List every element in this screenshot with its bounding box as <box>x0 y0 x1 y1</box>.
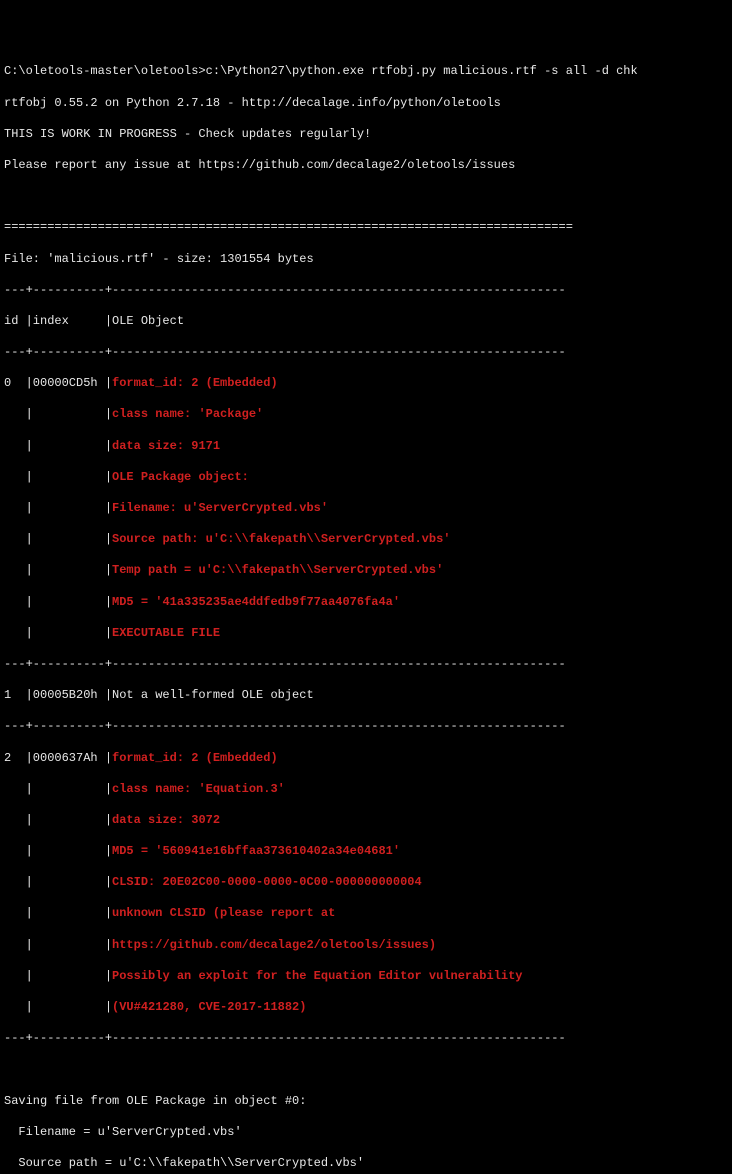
table-border: ---+----------+-------------------------… <box>4 719 728 735</box>
blank-line <box>4 1062 728 1078</box>
wip-line: THIS IS WORK IN PROGRESS - Check updates… <box>4 127 728 143</box>
table-border: ---+----------+-------------------------… <box>4 657 728 673</box>
table-row: | |MD5 = '560941e16bffaa373610402a34e046… <box>4 844 728 860</box>
saving-header: Saving file from OLE Package in object #… <box>4 1094 728 1110</box>
table-row: | |MD5 = '41a335235ae4ddfedb9f77aa4076fa… <box>4 595 728 611</box>
table-row: | |EXECUTABLE FILE <box>4 626 728 642</box>
table-row: | |Possibly an exploit for the Equation … <box>4 969 728 985</box>
divider: ========================================… <box>4 220 728 236</box>
saving-detail: Filename = u'ServerCrypted.vbs' <box>4 1125 728 1141</box>
table-row: | |unknown CLSID (please report at <box>4 906 728 922</box>
table-row: | |data size: 9171 <box>4 439 728 455</box>
table-row: | |(VU#421280, CVE-2017-11882) <box>4 1000 728 1016</box>
command-line: C:\oletools-master\oletools>c:\Python27\… <box>4 64 728 80</box>
saving-detail: Source path = u'C:\\fakepath\\ServerCryp… <box>4 1156 728 1172</box>
table-row: | |https://github.com/decalage2/oletools… <box>4 938 728 954</box>
table-row: 1 |00005B20h |Not a well-formed OLE obje… <box>4 688 728 704</box>
table-row: | |OLE Package object: <box>4 470 728 486</box>
version-line: rtfobj 0.55.2 on Python 2.7.18 - http://… <box>4 96 728 112</box>
file-info: File: 'malicious.rtf' - size: 1301554 by… <box>4 252 728 268</box>
table-border: ---+----------+-------------------------… <box>4 283 728 299</box>
table-border: ---+----------+-------------------------… <box>4 345 728 361</box>
table-row: 2 |0000637Ah |format_id: 2 (Embedded) <box>4 751 728 767</box>
table-header: id |index |OLE Object <box>4 314 728 330</box>
table-row: | |class name: 'Package' <box>4 407 728 423</box>
table-row: | |Filename: u'ServerCrypted.vbs' <box>4 501 728 517</box>
table-row: | |class name: 'Equation.3' <box>4 782 728 798</box>
issue-line: Please report any issue at https://githu… <box>4 158 728 174</box>
table-row: | |CLSID: 20E02C00-0000-0000-0C00-000000… <box>4 875 728 891</box>
blank-line <box>4 189 728 205</box>
table-border: ---+----------+-------------------------… <box>4 1031 728 1047</box>
table-row: | |Source path: u'C:\\fakepath\\ServerCr… <box>4 532 728 548</box>
table-row: | |data size: 3072 <box>4 813 728 829</box>
table-row: 0 |00000CD5h |format_id: 2 (Embedded) <box>4 376 728 392</box>
table-row: | |Temp path = u'C:\\fakepath\\ServerCry… <box>4 563 728 579</box>
